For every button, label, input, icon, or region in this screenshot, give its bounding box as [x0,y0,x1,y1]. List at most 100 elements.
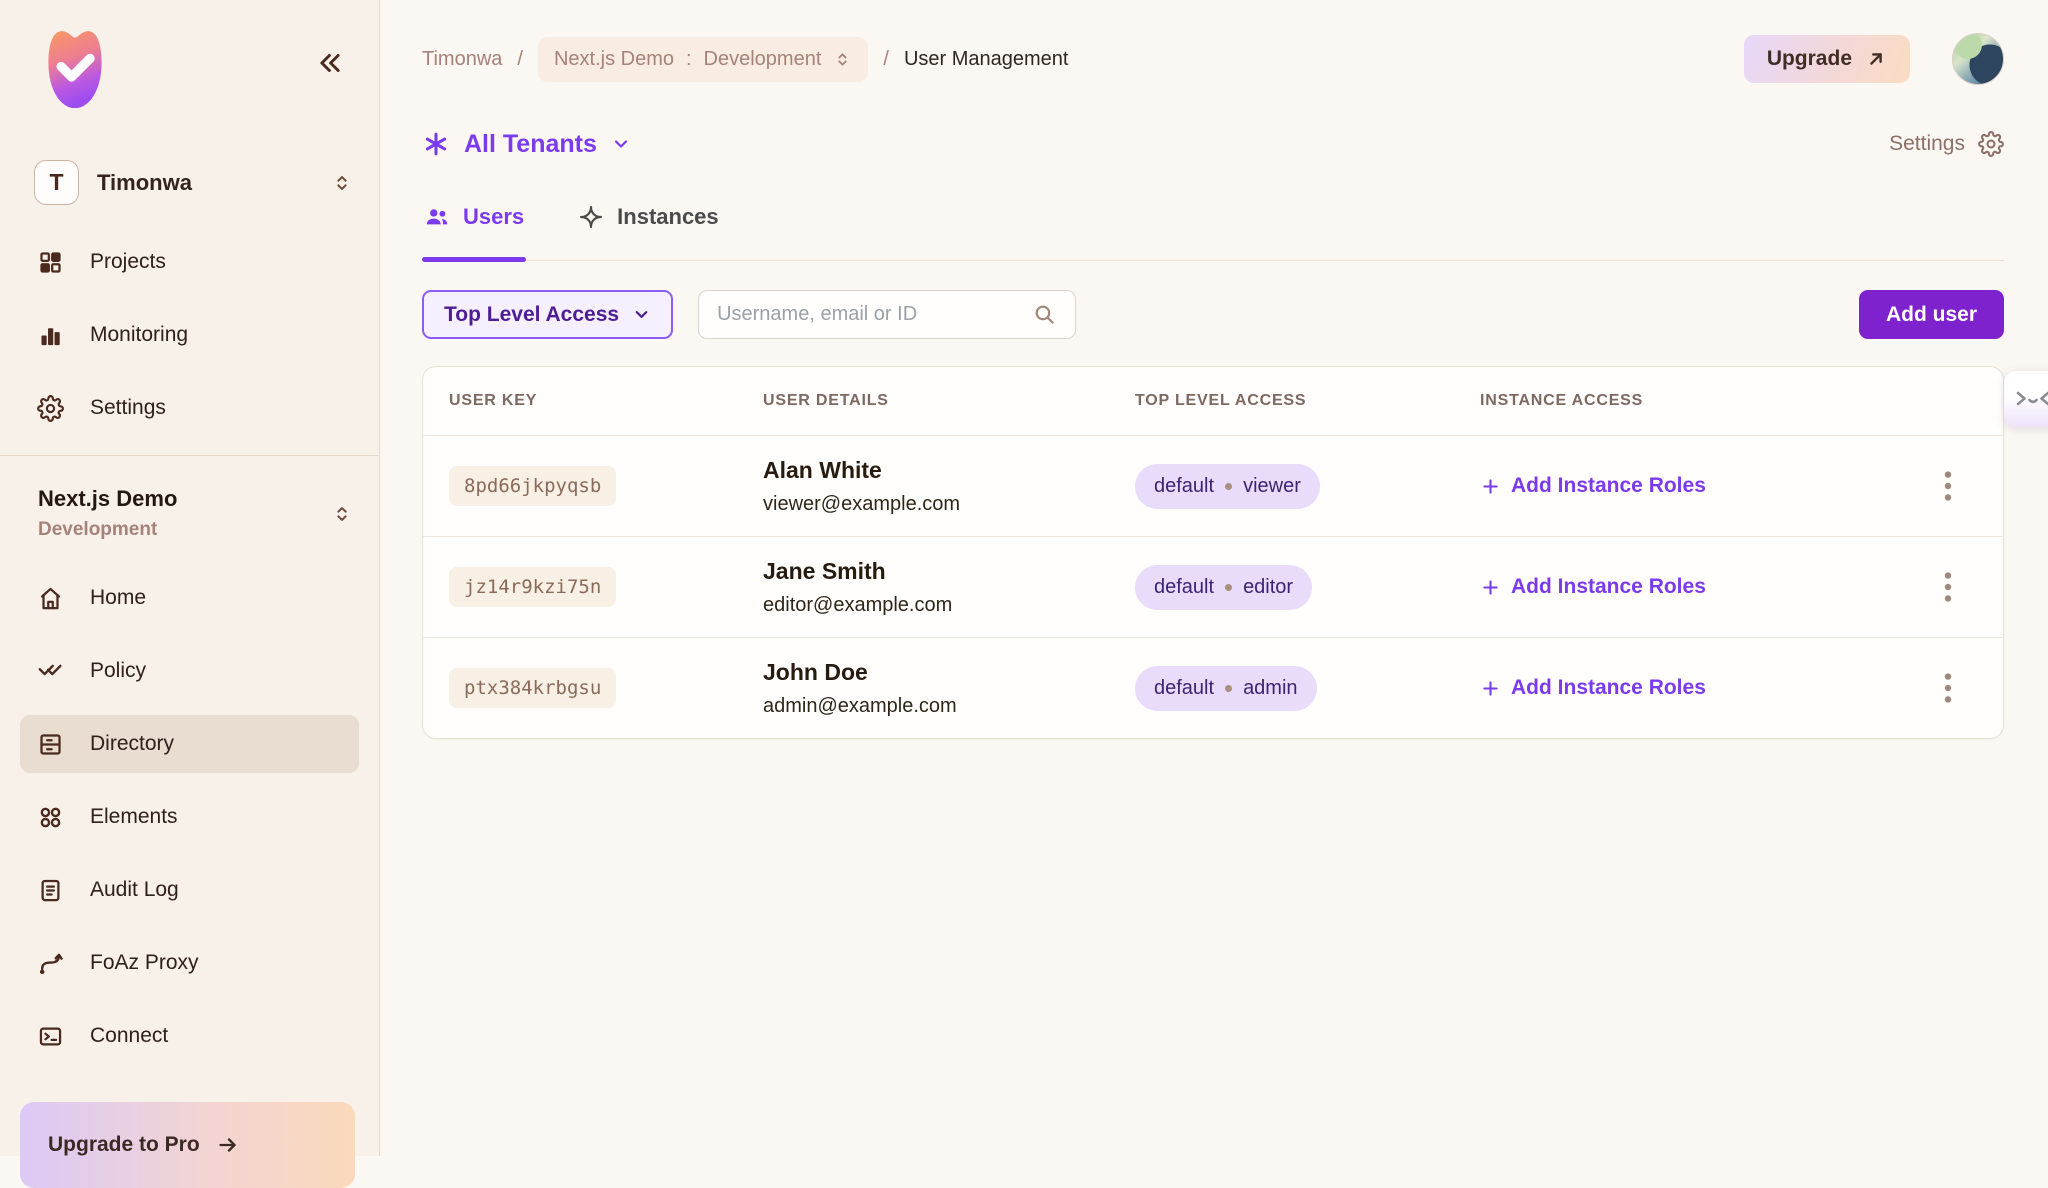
table-row: ptx384krbgsu John Doe admin@example.com … [423,637,2003,738]
row-menu-button[interactable] [1937,666,1959,710]
top-level-access-dropdown-label: Top Level Access [444,303,619,327]
kebab-dots-icon [1943,571,1953,603]
helper-widget-tab[interactable] [2004,371,2048,427]
arrow-right-icon [216,1133,240,1157]
column-header-user-details: USER DETAILS [763,392,1135,410]
users-table: USER KEY USER DETAILS TOP LEVEL ACCESS I… [422,366,2004,739]
breadcrumb-project-env-selector[interactable]: Next.js Demo : Development [538,37,868,82]
sidebar-item-monitoring[interactable]: Monitoring [20,306,359,364]
table-row: jz14r9kzi75n Jane Smith editor@example.c… [423,536,2003,637]
cabinet-icon [37,731,64,758]
sidebar-item-foaz-proxy[interactable]: FoAz Proxy [20,934,359,992]
route-arrow-icon [37,950,64,977]
breadcrumb-colon: : [686,48,692,71]
people-icon [424,204,450,230]
sidebar-item-label: Connect [90,1024,168,1048]
access-badge[interactable]: default admin [1135,666,1317,711]
sidebar: T Timonwa Projects [0,0,380,1156]
plus-icon [1480,476,1501,497]
sidebar-item-policy[interactable]: Policy [20,642,359,700]
chevron-down-icon [611,134,631,154]
sparkle-icon [578,204,604,230]
user-search-input[interactable] [717,303,1032,326]
workspace-selector[interactable]: T Timonwa [34,160,353,205]
bar-chart-icon [37,322,64,349]
home-icon [37,585,64,612]
kebab-dots-icon [1943,470,1953,502]
plus-icon [1480,678,1501,699]
sidebar-collapse-button[interactable] [315,48,345,78]
sidebar-item-directory[interactable]: Directory [20,715,359,773]
project-nav: Home Policy Directory [20,569,359,1065]
sidebar-item-label: Elements [90,805,178,829]
user-name: John Doe [763,659,1135,686]
sidebar-item-label: Policy [90,659,146,683]
user-key[interactable]: ptx384krbgsu [449,668,616,708]
double-check-icon [37,658,64,685]
add-instance-roles-label: Add Instance Roles [1511,474,1706,498]
sidebar-item-settings[interactable]: Settings [20,379,359,437]
sidebar-item-connect[interactable]: Connect [20,1007,359,1065]
access-badge[interactable]: default viewer [1135,464,1320,509]
breadcrumb-separator: / [883,48,889,71]
user-email: viewer@example.com [763,493,1135,516]
breadcrumb-workspace[interactable]: Timonwa [422,48,502,71]
tab-instances[interactable]: Instances [576,204,721,260]
badge-tenant: default [1154,677,1214,700]
badge-role: viewer [1243,475,1301,498]
sidebar-item-audit-log[interactable]: Audit Log [20,861,359,919]
top-level-access-dropdown[interactable]: Top Level Access [422,290,673,339]
column-header-user-key: USER KEY [449,392,763,410]
chevron-up-down-icon [331,503,353,525]
breadcrumb-page: User Management [904,48,1069,71]
upgrade-button-label: Upgrade [1767,47,1852,71]
badge-tenant: default [1154,475,1214,498]
badge-dot-icon [1225,584,1232,591]
plus-icon [1480,577,1501,598]
main-content: Timonwa / Next.js Demo : Development / U… [380,0,2048,1156]
breadcrumb-project: Next.js Demo [554,48,674,71]
sidebar-item-label: Audit Log [90,878,179,902]
user-avatar[interactable] [1952,33,2004,85]
add-instance-roles-link[interactable]: Add Instance Roles [1480,474,1706,498]
project-selector[interactable]: Next.js Demo Development [38,486,353,541]
row-menu-button[interactable] [1937,464,1959,508]
sidebar-item-elements[interactable]: Elements [20,788,359,846]
sidebar-item-label: Projects [90,250,166,274]
environment-settings-link[interactable]: Settings [1889,131,2004,157]
asterisk-icon [422,130,450,158]
badge-tenant: default [1154,576,1214,599]
sidebar-item-label: Settings [90,396,166,420]
terminal-icon [37,1023,64,1050]
workspace-avatar: T [34,160,79,205]
add-instance-roles-label: Add Instance Roles [1511,575,1706,599]
user-key[interactable]: 8pd66jkpyqsb [449,466,616,506]
tab-bar: Users Instances [422,204,2004,261]
tab-users[interactable]: Users [422,204,526,260]
document-lines-icon [37,877,64,904]
row-menu-button[interactable] [1937,565,1959,609]
add-user-button[interactable]: Add user [1859,290,2004,339]
sidebar-item-home[interactable]: Home [20,569,359,627]
column-header-instance-access: INSTANCE ACCESS [1480,392,1919,410]
user-name: Jane Smith [763,558,1135,585]
sidebar-item-projects[interactable]: Projects [20,233,359,291]
column-header-top-level-access: TOP LEVEL ACCESS [1135,392,1480,410]
arrow-up-right-icon [1865,48,1887,70]
access-badge[interactable]: default editor [1135,565,1312,610]
add-instance-roles-link[interactable]: Add Instance Roles [1480,575,1706,599]
upgrade-to-pro-label: Upgrade to Pro [48,1133,200,1157]
tenant-filter[interactable]: All Tenants [422,130,631,159]
breadcrumb-environment: Development [704,48,822,71]
squint-face-icon [2015,390,2048,408]
tab-label: Users [463,204,524,230]
upgrade-to-pro-banner[interactable]: Upgrade to Pro [20,1102,355,1188]
user-email: admin@example.com [763,695,1135,718]
user-key[interactable]: jz14r9kzi75n [449,567,616,607]
search-icon[interactable] [1032,302,1057,327]
sidebar-divider [0,455,379,456]
four-circles-icon [37,804,64,831]
upgrade-button[interactable]: Upgrade [1744,35,1910,83]
badge-dot-icon [1225,483,1232,490]
add-instance-roles-link[interactable]: Add Instance Roles [1480,676,1706,700]
